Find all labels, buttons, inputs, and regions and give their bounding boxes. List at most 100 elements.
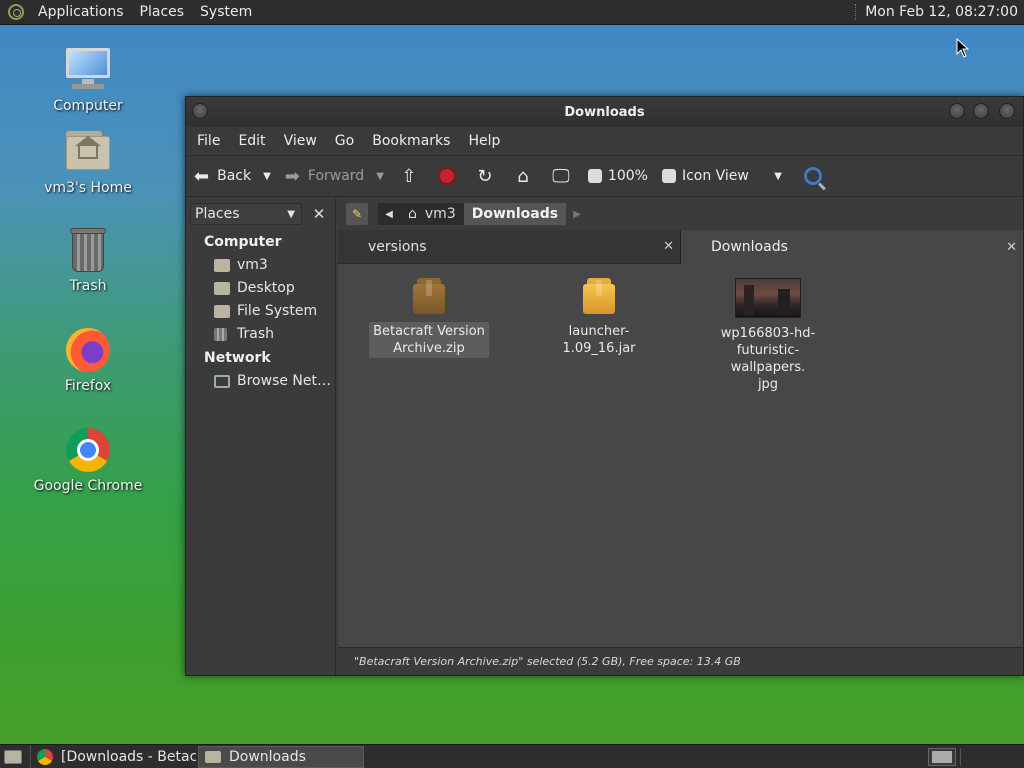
toolbar: ⬅ Back ▼ ➡ Forward ▼ ⇧ ↻ ⌂ 🖵 100% Icon V… xyxy=(186,155,1023,197)
menu-edit[interactable]: Edit xyxy=(229,133,274,149)
workspace-1[interactable] xyxy=(928,747,956,766)
pathbar: ✎ ◀ ⌂ vm3 Downloads ▶ xyxy=(338,198,1023,230)
chevron-down-icon: ▼ xyxy=(287,208,295,220)
sidebar: Places ▼ ✕ Computer vm3 Desktop File Sys… xyxy=(186,198,336,675)
taskbar-item-downloads[interactable]: Downloads xyxy=(198,745,364,768)
window-titlebar[interactable]: Downloads xyxy=(186,97,1023,127)
reload-icon[interactable]: ↻ xyxy=(474,165,496,187)
sidebar-item-label: Browse Net… xyxy=(237,373,332,389)
trash-icon xyxy=(214,327,227,341)
desktop-icon-firefox[interactable]: Firefox xyxy=(28,326,148,394)
sidebar-item-label: vm3 xyxy=(237,257,268,273)
sidebar-item-desktop[interactable]: Desktop xyxy=(186,277,335,300)
minimize-button[interactable] xyxy=(949,103,965,119)
sidebar-item-vm3[interactable]: vm3 xyxy=(186,254,335,277)
status-bar: "Betacraft Version Archive.zip" selected… xyxy=(338,647,1023,675)
path-segment-downloads[interactable]: Downloads xyxy=(463,203,567,225)
chrome-icon xyxy=(64,426,112,474)
desktop-icon-label: Trash xyxy=(69,278,107,294)
zoom-out-icon[interactable] xyxy=(587,169,602,183)
sidebar-item-label: File System xyxy=(237,303,318,319)
main-pane: ✎ ◀ ⌂ vm3 Downloads ▶ versions ✕ Downloa… xyxy=(338,198,1023,675)
close-tab-icon[interactable]: ✕ xyxy=(1006,240,1017,255)
back-history-dropdown-icon[interactable]: ▼ xyxy=(263,171,271,182)
zoom-level: 100% xyxy=(607,168,648,184)
file-view[interactable]: Betacraft Version Archive.zip launcher-1.… xyxy=(338,264,1023,648)
desktop-icon-label: Google Chrome xyxy=(33,478,143,494)
menu-help[interactable]: Help xyxy=(459,133,509,149)
window-menu-button[interactable] xyxy=(192,103,208,119)
zip-archive-icon xyxy=(411,276,447,316)
sidebar-selector-label: Places xyxy=(195,206,240,222)
stop-icon xyxy=(437,167,456,185)
mouse-cursor-icon xyxy=(956,38,970,58)
menu-go[interactable]: Go xyxy=(326,133,363,149)
bottom-panel: [Downloads - Betac… Downloads xyxy=(0,744,1024,768)
search-icon[interactable] xyxy=(803,167,822,185)
view-mode-label: Icon View xyxy=(681,168,749,184)
home-folder-icon xyxy=(64,128,112,176)
back-label: Back xyxy=(217,168,252,184)
image-thumbnail xyxy=(735,278,801,318)
up-arrow-icon[interactable]: ⇧ xyxy=(398,165,420,187)
sidebar-group-network: Network xyxy=(204,350,271,366)
edit-location-icon[interactable]: ✎ xyxy=(346,203,368,225)
menu-bookmarks[interactable]: Bookmarks xyxy=(363,133,459,149)
path-left-arrow-icon[interactable]: ◀ xyxy=(378,203,400,225)
desktop-icon-label: Firefox xyxy=(64,378,112,394)
file-manager-window: Downloads File Edit View Go Bookmarks He… xyxy=(185,96,1024,676)
applications-menu[interactable]: Applications xyxy=(30,4,132,20)
desktop-icon-chrome[interactable]: Google Chrome xyxy=(28,426,148,494)
sidebar-item-file-system[interactable]: File System xyxy=(186,300,335,323)
menubar: File Edit View Go Bookmarks Help xyxy=(186,127,1023,155)
sidebar-group-computer: Computer xyxy=(204,234,282,250)
sidebar-item-browse-network[interactable]: Browse Net… xyxy=(186,370,335,393)
back-button[interactable]: ⬅ Back ▼ xyxy=(194,166,271,187)
view-mode-select[interactable]: Icon View ▼ xyxy=(661,168,782,184)
file-item[interactable]: wp166803-hd-futuristic-wallpapers. jpg xyxy=(703,278,833,394)
taskbar-item-chrome[interactable]: [Downloads - Betac… xyxy=(30,745,196,768)
computer-icon xyxy=(64,46,112,94)
firefox-icon xyxy=(64,326,112,374)
path-right-arrow-icon[interactable]: ▶ xyxy=(566,203,589,225)
clock[interactable]: Mon Feb 12, 08:27:00 xyxy=(865,4,1024,20)
show-desktop-icon[interactable] xyxy=(4,749,22,764)
taskbar-item-label: Downloads xyxy=(229,748,306,765)
desktop-icon-home[interactable]: vm3's Home xyxy=(28,128,148,196)
network-icon xyxy=(214,374,230,388)
desktop-icon-computer[interactable]: Computer xyxy=(28,46,148,114)
close-tab-icon[interactable]: ✕ xyxy=(663,239,674,254)
menu-file[interactable]: File xyxy=(188,133,229,149)
tab-versions[interactable]: versions ✕ xyxy=(338,230,681,264)
forward-history-dropdown-icon[interactable]: ▼ xyxy=(376,171,384,182)
menu-view[interactable]: View xyxy=(275,133,326,149)
close-sidebar-icon[interactable]: ✕ xyxy=(308,203,330,225)
tab-label: versions xyxy=(368,238,427,255)
file-name: wp166803-hd-futuristic-wallpapers. jpg xyxy=(720,326,816,392)
system-menu[interactable]: System xyxy=(192,4,260,20)
desktop-icon-label: vm3's Home xyxy=(44,180,132,196)
computer-small-icon[interactable]: 🖵 xyxy=(550,165,572,187)
mate-logo-icon[interactable] xyxy=(8,4,24,20)
workspace-2[interactable] xyxy=(960,747,1020,766)
tab-downloads[interactable]: Downloads ✕ xyxy=(681,230,1023,264)
home-icon[interactable]: ⌂ xyxy=(512,165,534,187)
maximize-button[interactable] xyxy=(973,103,989,119)
path-segment-vm3[interactable]: ⌂ vm3 xyxy=(400,203,464,225)
zoom-in-icon[interactable] xyxy=(661,169,676,183)
window-title: Downloads xyxy=(564,104,645,120)
file-item[interactable]: launcher-1.09_16.jar xyxy=(534,276,664,358)
sidebar-selector[interactable]: Places ▼ xyxy=(190,203,302,225)
jar-package-icon xyxy=(581,276,617,316)
sidebar-item-trash[interactable]: Trash xyxy=(186,323,335,346)
close-window-button[interactable] xyxy=(999,103,1015,119)
trash-icon xyxy=(64,226,112,274)
file-name: Betacraft Version Archive.zip xyxy=(369,322,489,358)
stop-button[interactable] xyxy=(436,165,458,187)
tab-label: Downloads xyxy=(711,239,788,255)
desktop-icon-trash[interactable]: Trash xyxy=(28,226,148,294)
zoom-control[interactable]: 100% xyxy=(587,168,648,184)
forward-button[interactable]: ➡ Forward ▼ xyxy=(285,166,384,187)
file-item[interactable]: Betacraft Version Archive.zip xyxy=(364,276,494,358)
places-menu[interactable]: Places xyxy=(132,4,193,20)
